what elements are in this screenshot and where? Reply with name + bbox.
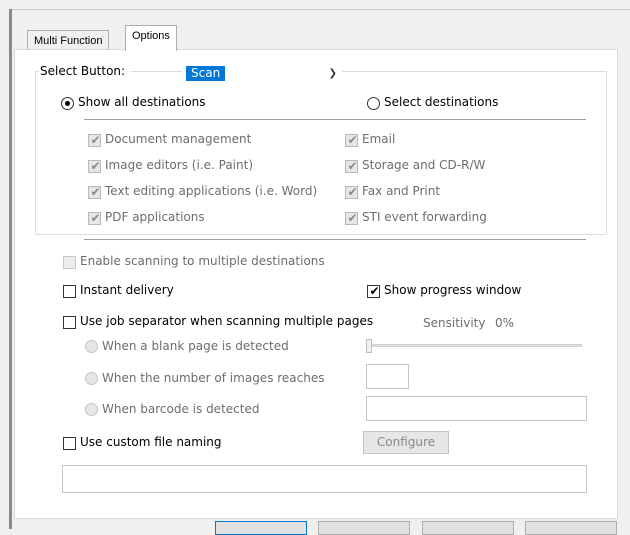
check-icon: ✔ bbox=[347, 185, 358, 199]
image-editors-label: Image editors (i.e. Paint) bbox=[105, 158, 253, 172]
window-left-border bbox=[9, 9, 12, 529]
instant-delivery-checkbox[interactable] bbox=[63, 285, 76, 298]
number-of-images-radio[interactable] bbox=[85, 372, 98, 385]
window-top-border bbox=[9, 9, 630, 10]
check-icon: ✔ bbox=[90, 159, 101, 173]
enable-multiple-destinations-checkbox[interactable] bbox=[63, 256, 76, 269]
check-icon: ✔ bbox=[90, 133, 101, 147]
enable-multiple-destinations-label: Enable scanning to multiple destinations bbox=[80, 254, 325, 268]
instant-delivery-label: Instant delivery bbox=[80, 283, 174, 297]
chevron-down-icon: ❯ bbox=[328, 68, 337, 79]
document-management-checkbox[interactable]: ✔ bbox=[88, 133, 101, 147]
select-button-value: Scan bbox=[186, 66, 226, 81]
barcode-radio[interactable] bbox=[85, 403, 98, 416]
storage-cd-label: Storage and CD-R/W bbox=[362, 158, 486, 172]
pdf-applications-label: PDF applications bbox=[105, 210, 205, 224]
document-management-label: Document management bbox=[105, 132, 252, 146]
select-button-label: Select Button: bbox=[39, 64, 132, 78]
check-icon: ✔ bbox=[347, 133, 358, 147]
custom-file-naming-checkbox[interactable] bbox=[63, 437, 76, 450]
check-icon: ✔ bbox=[90, 185, 101, 199]
configure-button[interactable]: Configure bbox=[363, 431, 449, 454]
radio-selected-dot bbox=[65, 101, 70, 106]
barcode-label: When barcode is detected bbox=[102, 402, 260, 416]
apply-button[interactable] bbox=[422, 521, 514, 535]
cancel-button[interactable] bbox=[318, 521, 410, 535]
sensitivity-slider-track bbox=[368, 344, 582, 347]
text-editing-label: Text editing applications (i.e. Word) bbox=[105, 184, 318, 198]
job-separator-label: Use job separator when scanning multiple… bbox=[80, 314, 374, 328]
check-icon: ✔ bbox=[369, 284, 380, 298]
pdf-applications-checkbox[interactable]: ✔ bbox=[88, 211, 101, 225]
blank-page-radio[interactable] bbox=[85, 340, 98, 353]
sensitivity-slider-thumb[interactable] bbox=[366, 339, 372, 353]
file-naming-preview-field[interactable] bbox=[62, 465, 587, 493]
check-icon: ✔ bbox=[347, 159, 358, 173]
fax-print-checkbox[interactable]: ✔ bbox=[345, 185, 358, 199]
email-label: Email bbox=[362, 132, 396, 146]
show-progress-window-checkbox[interactable]: ✔ bbox=[367, 284, 380, 298]
help-button[interactable] bbox=[525, 521, 617, 535]
barcode-input[interactable] bbox=[366, 396, 587, 421]
email-checkbox[interactable]: ✔ bbox=[345, 133, 358, 147]
check-icon: ✔ bbox=[90, 211, 101, 225]
show-all-destinations-label: Show all destinations bbox=[78, 95, 206, 109]
destinations-divider-top bbox=[84, 119, 586, 120]
select-destinations-label: Select destinations bbox=[384, 95, 499, 109]
number-of-images-input[interactable] bbox=[366, 364, 409, 389]
ok-button[interactable] bbox=[215, 521, 307, 535]
sti-event-label: STI event forwarding bbox=[362, 210, 487, 224]
check-icon: ✔ bbox=[347, 211, 358, 225]
image-editors-checkbox[interactable]: ✔ bbox=[88, 159, 101, 173]
tab-options[interactable]: Options bbox=[125, 25, 177, 51]
sensitivity-label: Sensitivity bbox=[423, 316, 486, 330]
sensitivity-value: 0% bbox=[495, 316, 515, 330]
job-separator-checkbox[interactable] bbox=[63, 316, 76, 329]
number-of-images-label: When the number of images reaches bbox=[102, 371, 325, 385]
show-all-destinations-radio[interactable] bbox=[61, 97, 74, 110]
blank-page-label: When a blank page is detected bbox=[102, 339, 289, 353]
destinations-divider-bottom bbox=[84, 239, 586, 240]
sti-event-checkbox[interactable]: ✔ bbox=[345, 211, 358, 225]
select-destinations-radio[interactable] bbox=[367, 97, 380, 110]
storage-cd-checkbox[interactable]: ✔ bbox=[345, 159, 358, 173]
custom-file-naming-label: Use custom file naming bbox=[80, 435, 222, 449]
text-editing-checkbox[interactable]: ✔ bbox=[88, 185, 101, 199]
fax-print-label: Fax and Print bbox=[362, 184, 441, 198]
show-progress-window-label: Show progress window bbox=[384, 283, 522, 297]
select-button-dropdown[interactable]: Scan ❯ bbox=[182, 64, 342, 83]
